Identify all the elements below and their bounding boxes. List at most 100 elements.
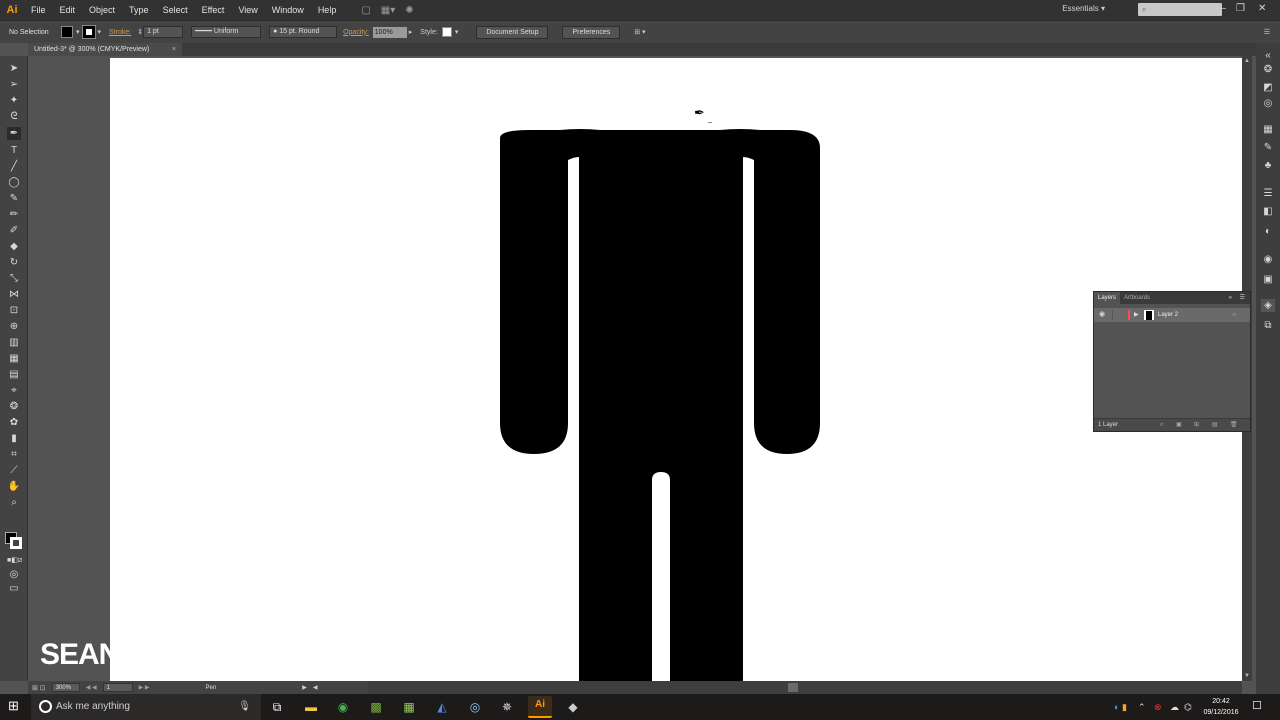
stroke-profile-dropdown[interactable]: ━━━━ Uniform bbox=[191, 26, 262, 38]
artboards-panel-icon[interactable]: ▣ bbox=[1261, 273, 1275, 286]
microphone-icon[interactable]: 🎙 bbox=[238, 694, 251, 720]
tray-security-icon[interactable]: ⊗ bbox=[1154, 694, 1162, 720]
collapse-panels-icon[interactable]: « bbox=[1261, 49, 1275, 62]
illustrator-taskbar-icon[interactable]: Ai bbox=[528, 696, 552, 718]
properties-icon[interactable]: ◩ bbox=[1261, 81, 1275, 94]
color-panel-icon[interactable]: ◉ bbox=[1261, 253, 1275, 266]
bridge-icon[interactable]: ▢ bbox=[361, 5, 370, 16]
chevron-down-icon[interactable]: ▾ bbox=[98, 28, 102, 36]
zoom-tool-icon[interactable]: ⌕ bbox=[7, 496, 21, 509]
artboard-tool-icon[interactable]: ⌗ bbox=[7, 448, 21, 461]
perspective-grid-tool-icon[interactable]: ▥ bbox=[7, 336, 21, 349]
menu-edit[interactable]: Edit bbox=[53, 0, 83, 20]
selection-tool-icon[interactable]: ➤ bbox=[7, 62, 21, 75]
menu-object[interactable]: Object bbox=[82, 0, 122, 20]
menu-type[interactable]: Type bbox=[122, 0, 156, 20]
tray-app-icon[interactable]: ◐ bbox=[1114, 694, 1119, 720]
width-tool-icon[interactable]: ⋈ bbox=[7, 288, 21, 301]
target-circle-icon[interactable]: ○ bbox=[1232, 308, 1236, 322]
tab-layers[interactable]: Layers bbox=[1094, 292, 1121, 304]
horizontal-scroll-thumb[interactable] bbox=[788, 683, 798, 692]
symbols-icon[interactable]: ♣ bbox=[1261, 159, 1275, 172]
workspace-switcher[interactable]: Essentials ▾ bbox=[1062, 4, 1105, 13]
system-clock[interactable]: 20:42 09/12/2016 bbox=[1198, 696, 1244, 718]
show-hidden-icons[interactable]: ⌃ bbox=[1138, 694, 1146, 720]
misc-app-icon[interactable]: ◆ bbox=[564, 698, 582, 716]
close-tab-icon[interactable]: × bbox=[172, 43, 176, 56]
delete-layer-icon[interactable]: 🗑 bbox=[1230, 419, 1238, 432]
menu-file[interactable]: File bbox=[24, 0, 53, 20]
menu-effect[interactable]: Effect bbox=[195, 0, 232, 20]
layers-panel-icon[interactable]: ◈ bbox=[1261, 299, 1275, 312]
chevron-down-icon[interactable]: ▾ bbox=[76, 28, 80, 36]
search-input[interactable]: ⌕ bbox=[1138, 3, 1222, 16]
chevron-down-icon[interactable]: ▾ bbox=[455, 28, 459, 36]
status-menu-icon[interactable]: ▶ bbox=[302, 684, 307, 691]
artboard[interactable]: ✒ _ bbox=[110, 58, 1242, 681]
brush-dropdown[interactable]: ● 15 pt. Round bbox=[269, 26, 338, 38]
shape-builder-tool-icon[interactable]: ⊕ bbox=[7, 320, 21, 333]
type-tool-icon[interactable]: T bbox=[7, 144, 21, 157]
artboard-prev-icon[interactable]: ◀ ◀ bbox=[86, 684, 97, 691]
gpu-performance-icon[interactable]: ✺ bbox=[405, 5, 413, 16]
minimize-icon[interactable]: — bbox=[1216, 3, 1226, 14]
restore-icon[interactable]: ❐ bbox=[1236, 3, 1245, 14]
blend-tool-icon[interactable]: ❂ bbox=[7, 400, 21, 413]
arrange-documents-icon[interactable]: ▦▾ bbox=[381, 5, 395, 16]
artboard-dropdown[interactable]: 1 bbox=[102, 683, 133, 692]
opacity-label[interactable]: Opacity: bbox=[343, 29, 369, 36]
close-icon[interactable]: ✕ bbox=[1258, 3, 1266, 14]
appearance-icon[interactable]: ◎ bbox=[1261, 97, 1275, 110]
paintbrush-tool-icon[interactable]: ✎ bbox=[7, 192, 21, 205]
media-app-icon[interactable]: ◭ bbox=[433, 698, 451, 716]
magic-wand-tool-icon[interactable]: ✦ bbox=[7, 94, 21, 107]
menu-help[interactable]: Help bbox=[311, 0, 344, 20]
artboard-next-icon[interactable]: ▶ ▶ bbox=[139, 684, 150, 691]
stroke-swatch[interactable] bbox=[81, 25, 96, 39]
menu-select[interactable]: Select bbox=[156, 0, 195, 20]
column-graph-tool-icon[interactable]: ▮ bbox=[7, 432, 21, 445]
brushes-icon[interactable]: ✎ bbox=[1261, 141, 1275, 154]
hand-tool-icon[interactable]: ✋ bbox=[7, 480, 21, 493]
panel-menu-icon[interactable]: ☰ bbox=[1264, 28, 1270, 36]
color-modes-icon[interactable]: ■◧⧄ bbox=[7, 554, 22, 567]
collapse-panel-icon[interactable]: » bbox=[1229, 292, 1232, 304]
stroke-panel-icon[interactable]: ☰ bbox=[1261, 187, 1275, 200]
direct-selection-tool-icon[interactable]: ➢ bbox=[7, 78, 21, 91]
canvas-pasteboard[interactable]: ✒ _ SEAN bbox=[28, 56, 1242, 681]
stroke-weight-dropdown[interactable]: 1 pt bbox=[143, 26, 184, 38]
document-setup-button[interactable]: Document Setup bbox=[476, 25, 549, 39]
artboard-navigator-icon[interactable]: ⊠ ⊡ bbox=[32, 684, 46, 692]
windows-start-icon[interactable]: ⊞ bbox=[8, 699, 22, 713]
stroke-label[interactable]: Stroke: bbox=[109, 29, 131, 36]
gradient-tool-icon[interactable]: ▤ bbox=[7, 368, 21, 381]
transparency-icon[interactable]: ◐ bbox=[1261, 225, 1275, 238]
task-view-icon[interactable]: ⧉ bbox=[268, 698, 286, 716]
tray-folder-icon[interactable]: ▮ bbox=[1122, 694, 1127, 720]
free-transform-tool-icon[interactable]: ⊡ bbox=[7, 304, 21, 317]
pencil-tool-icon[interactable]: ✏ bbox=[7, 208, 21, 221]
pictogram-figure[interactable] bbox=[110, 58, 1242, 681]
fill-swatch[interactable] bbox=[61, 26, 73, 38]
visibility-eye-icon[interactable]: ◉ bbox=[1099, 308, 1105, 322]
chevron-right-icon[interactable]: ▸ bbox=[409, 28, 413, 36]
layer-name[interactable]: Layer 2 bbox=[1158, 308, 1178, 322]
tray-cloud-icon[interactable]: ☁ bbox=[1170, 694, 1179, 720]
tray-network-icon[interactable]: ⌬ bbox=[1184, 694, 1192, 720]
clipping-mask-icon[interactable]: ▣ bbox=[1176, 419, 1182, 432]
obs-icon[interactable]: ✵ bbox=[498, 698, 516, 716]
line-tool-icon[interactable]: ╱ bbox=[7, 160, 21, 173]
scroll-left-icon[interactable]: ◀ bbox=[313, 684, 318, 691]
new-sublayer-icon[interactable]: ⊞ bbox=[1194, 419, 1199, 432]
lasso-tool-icon[interactable]: ᘓ bbox=[7, 110, 21, 123]
tab-artboards[interactable]: Artboards bbox=[1120, 292, 1154, 304]
file-explorer-icon[interactable]: ▬ bbox=[302, 698, 320, 716]
new-layer-icon[interactable]: ▤ bbox=[1212, 419, 1218, 432]
scroll-up-icon[interactable]: ▲ bbox=[1244, 58, 1250, 64]
spreadsheet-app-icon[interactable]: ▦ bbox=[400, 698, 418, 716]
swatches-icon[interactable]: ▦ bbox=[1261, 123, 1275, 136]
graphic-style-swatch[interactable] bbox=[441, 27, 452, 37]
expand-arrow-icon[interactable]: ▶ bbox=[1134, 308, 1139, 322]
locate-object-icon[interactable]: ⌕ bbox=[1160, 419, 1163, 432]
panel-menu-icon[interactable]: ☰ bbox=[1240, 292, 1245, 304]
